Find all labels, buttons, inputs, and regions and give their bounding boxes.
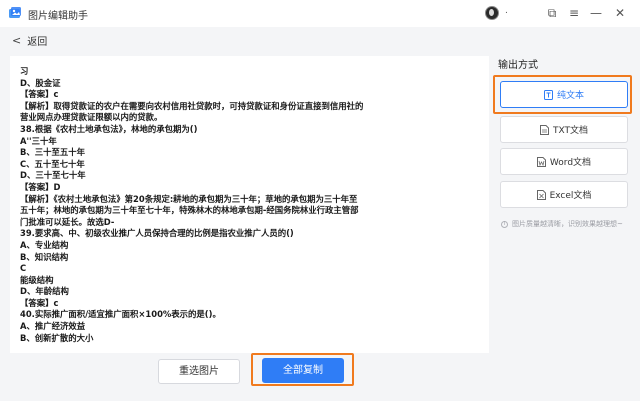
text-line: 40.实际推广面积/适宜推广面积×100%表示的是()。 — [20, 309, 221, 320]
text-line: B、三十至五十年 — [20, 147, 86, 158]
copy-all-button[interactable]: 全部复制 — [262, 358, 344, 383]
app-window: 图片编辑助手 . ⧉ ≡ — ✕ < 返回 习 D、股金证 【答案】c 【解析】取得贷… — [0, 0, 640, 401]
option-excel-document[interactable]: Excel文档 — [500, 181, 628, 208]
option-txt-document[interactable]: TXT文档 — [500, 116, 628, 143]
option-label: TXT文档 — [552, 126, 588, 136]
text-line: D、股金证 — [20, 77, 61, 88]
text-line: C、五十至七十年 — [20, 158, 85, 169]
tip-text: 图片质量越清晰，识别效果越理想~ — [512, 220, 623, 228]
text-line: 38.根据《农村土地承包法》，林地的承包期为() — [20, 123, 198, 134]
option-label: Word文档 — [549, 158, 592, 168]
excel-file-icon — [536, 189, 546, 200]
text-line: 【解析】取得贷款证的农户在需要向农村信用社贷款时，可持贷款证和身份证直接到信用社… — [20, 100, 364, 111]
txt-file-icon — [539, 124, 549, 135]
title-bar: 图片编辑助手 . ⧉ ≡ — ✕ — [0, 0, 640, 27]
text-line: A、推广经济效益 — [20, 321, 86, 332]
user-name[interactable]: . — [505, 6, 508, 16]
text-line: D、三十至七十年 — [20, 170, 86, 181]
text-line: 【解析】《农村土地承包法》第20条规定:耕地的承包期为三十年；草地的承包期为三十… — [20, 193, 358, 204]
app-title: 图片编辑助手 — [28, 11, 88, 22]
option-plain-text[interactable]: 纯文本 — [500, 81, 628, 108]
restore-icon[interactable]: ⧉ — [544, 5, 560, 21]
text-line: C — [20, 263, 27, 274]
option-label: Excel文档 — [549, 191, 592, 201]
navigation-bar: < 返回 — [0, 27, 640, 53]
user-avatar[interactable] — [485, 6, 499, 20]
app-logo-icon — [9, 7, 21, 18]
text-icon — [543, 89, 553, 100]
text-line: 营业网点办理贷款证限额以内的贷款。 — [20, 112, 163, 123]
text-line: 【答案】c — [20, 297, 59, 308]
chevron-left-icon: < — [12, 33, 22, 47]
output-mode-title: 输出方式 — [498, 60, 538, 71]
close-icon[interactable]: ✕ — [612, 5, 628, 21]
recognized-text-area[interactable]: 习 D、股金证 【答案】c 【解析】取得贷款证的农户在需要向农村信用社贷款时，可持贷款… — [10, 56, 489, 353]
option-label: 纯文本 — [556, 91, 584, 101]
text-line: B、创新扩散的大小 — [20, 332, 94, 343]
text-line: 习 — [20, 66, 29, 76]
text-line: 能级结构 — [20, 274, 54, 285]
back-label: 返回 — [27, 36, 48, 48]
menu-icon[interactable]: ≡ — [566, 5, 582, 21]
text-line: 五十年；林地的承包期为三十年至七十年，特殊林木的林地承包期-经国务院林业行政主管… — [20, 205, 359, 216]
text-line: 门批准可以延长。故选D- — [20, 216, 115, 227]
back-button[interactable]: < 返回 — [12, 33, 48, 48]
word-file-icon — [536, 156, 546, 167]
text-line: 【答案】D — [20, 181, 61, 192]
text-line: A、专业结构 — [20, 239, 69, 250]
info-icon: i — [501, 220, 508, 228]
text-line: 39.要求高、中、初级农业推广人员保持合理的比例是指农业推广人员的() — [20, 228, 294, 239]
text-line: 【答案】c — [20, 89, 59, 100]
reselect-image-button[interactable]: 重选图片 — [158, 359, 240, 384]
option-word-document[interactable]: Word文档 — [500, 148, 628, 175]
quality-tip: i 图片质量越清晰，识别效果越理想~ — [501, 219, 623, 229]
text-line: B、知识结构 — [20, 251, 69, 262]
text-line: A''三十年 — [20, 135, 57, 146]
minimize-icon[interactable]: — — [588, 5, 604, 21]
text-line: D、年龄结构 — [20, 286, 69, 297]
recognized-text: 习 D、股金证 【答案】c 【解析】取得贷款证的农户在需要向农村信用社贷款时，可持贷款… — [20, 66, 488, 344]
